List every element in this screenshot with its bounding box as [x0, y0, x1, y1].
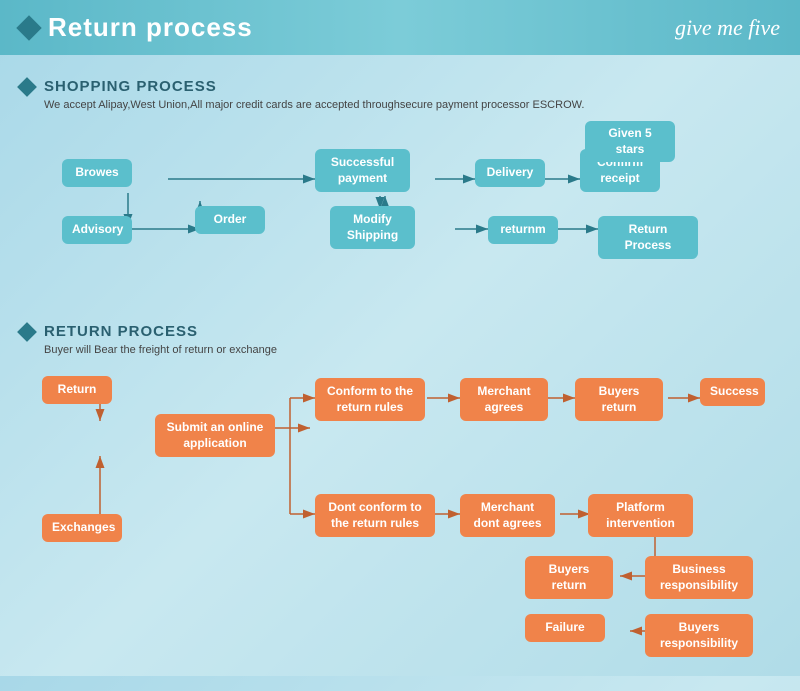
box-buyers-responsibility: Buyers responsibility [645, 614, 753, 657]
box-success: Success [700, 378, 765, 406]
page-header: Return process give me five [0, 0, 800, 55]
box-failure: Failure [525, 614, 605, 642]
box-dont-conform-rules: Dont conform to the return rules [315, 494, 435, 537]
box-successful-payment: Successful payment [315, 149, 410, 192]
page-title: Return process [20, 12, 253, 43]
box-returnm: returnm [488, 216, 558, 244]
box-order: Order [195, 206, 265, 234]
shopping-section-header: SHOPPING PROCESS [20, 78, 780, 95]
header-logo: give me five [675, 15, 780, 41]
return-section-title: RETURN PROCESS [44, 323, 198, 340]
box-given-5-stars: Given 5 stars [585, 121, 675, 162]
box-modify-shipping: Modify Shipping [330, 206, 415, 249]
return-section-header: RETURN PROCESS [20, 323, 780, 340]
box-delivery: Delivery [475, 159, 545, 187]
shopping-diamond-icon [17, 77, 37, 97]
box-business-responsibility: Business responsibility [645, 556, 753, 599]
box-merchant-agrees: Merchant agrees [460, 378, 548, 421]
header-diamond-icon [16, 15, 41, 40]
return-flow-area: Return Submit an online application Exch… [20, 366, 780, 676]
shopping-section-title: SHOPPING PROCESS [44, 78, 217, 95]
box-exchanges: Exchanges [42, 514, 122, 542]
box-conform-rules: Conform to the return rules [315, 378, 425, 421]
box-return: Return [42, 376, 112, 404]
main-content: SHOPPING PROCESS We accept Alipay,West U… [0, 55, 800, 691]
box-submit-online: Submit an online application [155, 414, 275, 457]
box-buyers-return-2: Buyers return [525, 556, 613, 599]
box-buyers-return-1: Buyers return [575, 378, 663, 421]
shopping-flow-area: Browes Successful payment Delivery Confi… [20, 121, 780, 321]
box-return-process: Return Process [598, 216, 698, 259]
box-browes: Browes [62, 159, 132, 187]
shopping-description: We accept Alipay,West Union,All major cr… [20, 99, 780, 111]
box-merchant-dont-agrees: Merchant dont agrees [460, 494, 555, 537]
return-diamond-icon [17, 322, 37, 342]
box-advisory: Advisory [62, 216, 132, 244]
box-platform-intervention: Platform intervention [588, 494, 693, 537]
return-description: Buyer will Bear the freight of return or… [20, 344, 780, 356]
